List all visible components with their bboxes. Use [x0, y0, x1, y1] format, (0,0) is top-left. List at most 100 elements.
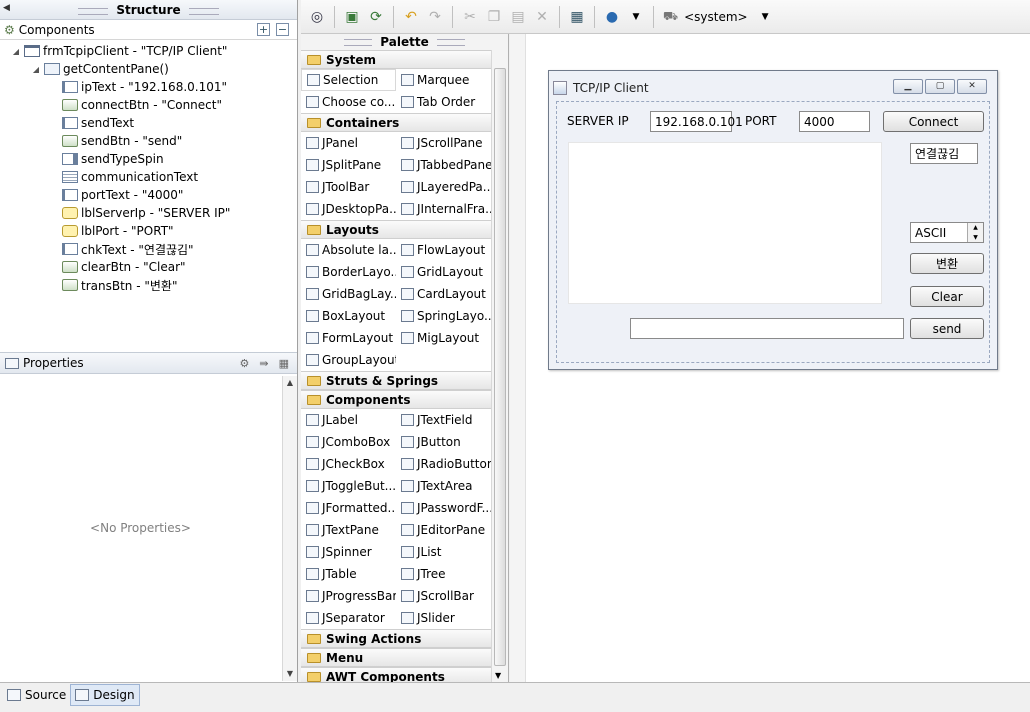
tcpip-client-frame[interactable]: TCP/IP Client ▁ ▢ ✕ SERVER IP 192.168.0.…	[548, 70, 998, 370]
palette-item[interactable]: JRadioButton	[396, 453, 491, 475]
frame-title-bar[interactable]: TCP/IP Client ▁ ▢ ✕	[553, 77, 993, 99]
scroll-down-icon[interactable]: ▼	[495, 671, 501, 680]
palette-category[interactable]: Menu	[301, 648, 491, 667]
palette-item[interactable]: FlowLayout	[396, 239, 491, 261]
redo-icon[interactable]: ↷	[425, 7, 445, 27]
palette-item[interactable]: BoxLayout	[301, 305, 396, 327]
clear-button[interactable]: Clear	[910, 286, 984, 307]
palette-item[interactable]: JTable	[301, 563, 396, 585]
palette-category[interactable]: System	[301, 50, 491, 69]
properties-scrollbar[interactable]: ▲ ▼	[282, 376, 297, 681]
palette-item[interactable]: Tab Order	[396, 91, 491, 113]
tree-item[interactable]: sendText	[0, 114, 297, 132]
palette-item[interactable]: JDesktopPa...	[301, 198, 396, 220]
ip-text-field[interactable]: 192.168.0.101	[650, 111, 743, 132]
paste-icon[interactable]: ▤	[508, 7, 528, 27]
palette-item[interactable]: GridLayout	[396, 261, 491, 283]
palette-item[interactable]: MigLayout	[396, 327, 491, 349]
delete-icon[interactable]: ✕	[532, 7, 552, 27]
tree-item[interactable]: ipText - "192.168.0.101"	[0, 78, 297, 96]
send-button[interactable]: send	[910, 318, 984, 339]
palette-category[interactable]: Layouts	[301, 220, 491, 239]
tab-order-icon[interactable]: ▦	[567, 7, 587, 27]
palette-item[interactable]: SpringLayo...	[396, 305, 491, 327]
palette-item[interactable]: JButton	[396, 431, 491, 453]
tree-expand-icon[interactable]: ◢	[30, 65, 42, 74]
palette-item[interactable]: JTextArea	[396, 475, 491, 497]
palette-item[interactable]: JPasswordF...	[396, 497, 491, 519]
tree-expand-icon[interactable]: ◢	[10, 47, 22, 56]
locale-globe-icon[interactable]: ●	[602, 7, 622, 27]
tree-item[interactable]: portText - "4000"	[0, 186, 297, 204]
connect-button[interactable]: Connect	[883, 111, 984, 132]
palette-item[interactable]: Absolute la...	[301, 239, 396, 261]
spinner-up-icon[interactable]: ▲	[968, 223, 983, 233]
palette-item[interactable]: GroupLayout	[301, 349, 396, 371]
tree-item[interactable]: clearBtn - "Clear"	[0, 258, 297, 276]
port-text-field[interactable]: 4000	[799, 111, 870, 132]
goto-definition-icon[interactable]: ⇛	[259, 357, 268, 370]
look-and-feel-select[interactable]: ⛟ <system> ▼	[663, 9, 769, 25]
tree-item[interactable]: chkText - "연결끊김"	[0, 240, 297, 258]
palette-item[interactable]: JProgressBar	[301, 585, 396, 607]
go-to-source-icon[interactable]: ▣	[342, 7, 362, 27]
palette-item[interactable]: JScrollPane	[396, 132, 491, 154]
palette-category[interactable]: Struts & Springs	[301, 371, 491, 390]
content-pane[interactable]: SERVER IP 192.168.0.101 PORT 4000 Connec…	[556, 101, 990, 363]
palette-item[interactable]: JToggleBut...	[301, 475, 396, 497]
palette-item[interactable]: JLabel	[301, 409, 396, 431]
close-icon[interactable]: ✕	[957, 79, 987, 94]
palette-item[interactable]: JLayeredPa...	[396, 176, 491, 198]
palette-item[interactable]: CardLayout	[396, 283, 491, 305]
palette-item[interactable]: JComboBox	[301, 431, 396, 453]
palette-item[interactable]: Choose co...	[301, 91, 396, 113]
locale-dropdown-icon[interactable]: ▼	[626, 7, 646, 27]
palette-item[interactable]: JTextField	[396, 409, 491, 431]
palette-item[interactable]: FormLayout	[301, 327, 396, 349]
collapse-arrow-icon[interactable]: ◀	[3, 3, 10, 13]
scroll-up-icon[interactable]: ▲	[283, 376, 297, 390]
palette-item[interactable]: JInternalFra...	[396, 198, 491, 220]
tree-item[interactable]: sendTypeSpin	[0, 150, 297, 168]
communication-text-area[interactable]	[568, 142, 882, 304]
tree-item[interactable]: lblServerIp - "SERVER IP"	[0, 204, 297, 222]
undo-icon[interactable]: ↶	[401, 7, 421, 27]
palette-category[interactable]: Components	[301, 390, 491, 409]
palette-item[interactable]: JSplitPane	[301, 154, 396, 176]
palette-item[interactable]: Marquee	[396, 69, 491, 91]
copy-icon[interactable]: ❐	[484, 7, 504, 27]
server-ip-label[interactable]: SERVER IP	[567, 114, 629, 128]
palette-item[interactable]: JPanel	[301, 132, 396, 154]
tab-source[interactable]: Source	[3, 684, 70, 706]
port-label[interactable]: PORT	[745, 114, 776, 128]
palette-item[interactable]: JSeparator	[301, 607, 396, 629]
palette-item[interactable]: JEditorPane	[396, 519, 491, 541]
palette-scroll-thumb[interactable]	[494, 68, 506, 666]
show-events-icon[interactable]: ⚙	[240, 357, 250, 370]
collapse-all-icon[interactable]: −	[276, 23, 289, 36]
tree-item[interactable]: ◢ frmTcpipClient - "TCP/IP Client"	[0, 42, 297, 60]
palette-item[interactable]: JScrollBar	[396, 585, 491, 607]
palette-item[interactable]: JTree	[396, 563, 491, 585]
minimize-icon[interactable]: ▁	[893, 79, 923, 94]
tree-item[interactable]: ◢ getContentPane()	[0, 60, 297, 78]
palette-item[interactable]: JTabbedPane	[396, 154, 491, 176]
tab-design[interactable]: Design	[70, 684, 140, 706]
send-type-spinner[interactable]: ASCII ▲ ▼	[910, 222, 984, 243]
palette-item[interactable]: GridBagLay...	[301, 283, 396, 305]
status-text-field[interactable]: 연결끊김	[910, 143, 978, 164]
palette-item[interactable]: JSlider	[396, 607, 491, 629]
tree-item[interactable]: lblPort - "PORT"	[0, 222, 297, 240]
palette-item[interactable]: JToolBar	[301, 176, 396, 198]
spinner-down-icon[interactable]: ▼	[968, 232, 983, 242]
palette-category[interactable]: Containers	[301, 113, 491, 132]
palette-scrollbar[interactable]: ▼	[491, 50, 508, 682]
palette-item[interactable]: BorderLayo...	[301, 261, 396, 283]
expand-all-icon[interactable]: +	[257, 23, 270, 36]
refresh-icon[interactable]: ⟳	[366, 7, 386, 27]
scroll-down-icon[interactable]: ▼	[283, 667, 297, 681]
tree-item[interactable]: transBtn - "변환"	[0, 276, 297, 294]
test-gui-icon[interactable]: ◎	[307, 7, 327, 27]
trans-button[interactable]: 변환	[910, 253, 984, 274]
palette-item[interactable]: JCheckBox	[301, 453, 396, 475]
